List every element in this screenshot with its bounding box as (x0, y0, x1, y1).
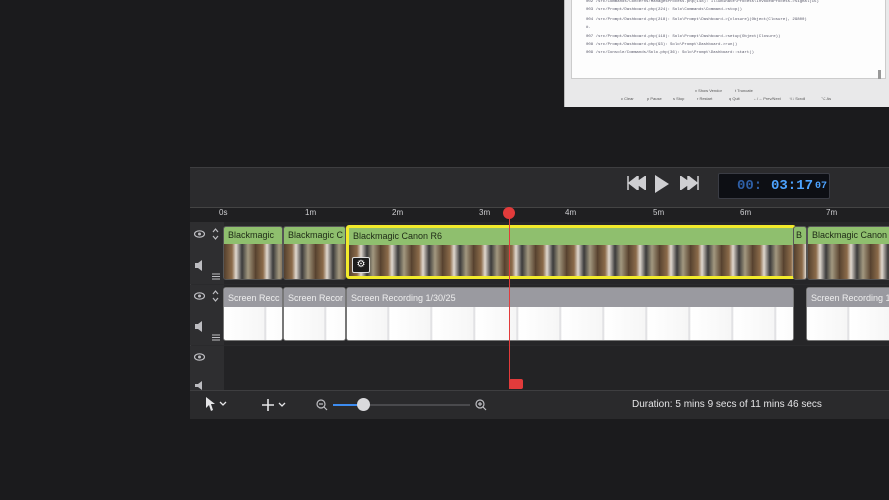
playhead-line[interactable] (509, 213, 510, 389)
log-line: 004 /src/Prompt/Dashboard.php(218): Solo… (586, 18, 807, 22)
playhead-handle[interactable] (503, 207, 515, 219)
log-line: 007 /src/Prompt/Dashboard.php(118): Solo… (586, 35, 781, 39)
play-icon[interactable] (654, 174, 670, 199)
eye-icon[interactable] (193, 230, 206, 241)
hint-pause: p Pause (647, 96, 662, 101)
add-icon[interactable] (262, 398, 288, 416)
fast-forward-icon[interactable] (679, 174, 700, 195)
clip-label: Blackmagic Canon (812, 230, 888, 240)
log-scrollbar[interactable] (878, 70, 881, 79)
log-line: 002 /src/Commands/Concerns/ManagesProces… (586, 0, 819, 4)
ruler-tick: 2m (392, 208, 404, 217)
video-clip[interactable]: Blackmagic Canon (807, 226, 889, 280)
screen-clip[interactable]: Screen Recording 1 (806, 287, 889, 341)
screen-clip[interactable]: Screen Recc (223, 287, 283, 341)
log-line: 008 /src/Prompt/Dashboard.php(93): Solo\… (586, 43, 738, 47)
zoom-out-icon[interactable] (316, 398, 328, 416)
zoom-slider-knob[interactable] (357, 398, 370, 411)
ruler-tick: 7m (826, 208, 838, 217)
hint-clear: c Clear (621, 96, 634, 101)
screen-clip[interactable]: Screen Recor (283, 287, 346, 341)
hint-scroll: ↑/↓ Scroll (789, 96, 806, 101)
clip-label: Blackmagic (228, 230, 275, 240)
timecode-time: 03:17 (771, 178, 814, 194)
log-line: 003 /src/Prompt/Dashboard.php(224): Solo… (586, 8, 743, 12)
speaker-icon[interactable] (195, 260, 204, 274)
empty-track (224, 346, 889, 390)
timecode-frames: 07 (815, 181, 828, 192)
clip-label: Screen Recor (288, 293, 344, 303)
zoom-in-icon[interactable] (475, 398, 487, 416)
timecode-hours: 00: (737, 178, 763, 194)
ruler-tick: 4m (565, 208, 577, 217)
clip-label: Blackmagic C (288, 230, 344, 240)
screen-clip[interactable]: Screen Recording 1/30/25 (346, 287, 794, 341)
preview-window: 002 /src/Commands/Concerns/ManagesProces… (564, 0, 889, 107)
gear-icon[interactable]: ⚙ (352, 257, 370, 273)
rewind-icon[interactable] (626, 174, 647, 195)
duration-label: Duration: 5 mins 9 secs of 11 mins 46 se… (632, 399, 822, 410)
clip-label: Screen Recc (228, 293, 280, 303)
timecode-display: 00: 03:17 07 (718, 173, 830, 199)
clip-label: Blackmagic Canon R6 (353, 231, 443, 241)
pointer-tool-icon[interactable] (205, 397, 227, 416)
eye-icon[interactable] (193, 353, 206, 364)
video-clip[interactable]: Blackmagic (223, 226, 283, 280)
hint-prev-next: ←/→ Prev/Next (753, 96, 781, 101)
clip-label: B (796, 230, 803, 240)
log-line: #. (586, 26, 591, 30)
log-panel: 002 /src/Commands/Concerns/ManagesProces… (571, 0, 886, 79)
hint-restart: r Restart (697, 96, 713, 101)
track-stepper-icon[interactable] (212, 289, 219, 306)
clip-label: Screen Recording 1 (811, 293, 889, 303)
speaker-icon[interactable] (195, 321, 204, 335)
log-line: 009 /src/Console/Commands/Solo.php(36): … (586, 51, 755, 55)
hint-quit: q Quit (729, 96, 740, 101)
track-stepper-icon[interactable] (212, 227, 219, 244)
ruler-tick: 6m (740, 208, 752, 217)
ruler-tick: 1m (305, 208, 317, 217)
video-clip-selected[interactable]: Blackmagic Canon R6 ⚙ (346, 225, 796, 279)
playhead-grip[interactable] (509, 379, 523, 389)
hint-truncate: t Truncate (735, 88, 753, 93)
clip-label: Screen Recording 1/30/25 (351, 293, 456, 303)
drag-handle-icon[interactable] (212, 333, 220, 344)
hint-stop: s Stop (673, 96, 685, 101)
time-ruler[interactable] (190, 207, 889, 222)
ruler-tick: 3m (479, 208, 491, 217)
hint-show-vendor: v Show Vendor (695, 88, 722, 93)
video-clip[interactable]: B (793, 226, 807, 280)
drag-handle-icon[interactable] (212, 272, 220, 283)
video-clip[interactable]: Blackmagic C (283, 226, 346, 280)
ruler-tick: 0s (219, 208, 228, 217)
ruler-tick: 5m (653, 208, 665, 217)
eye-icon[interactable] (193, 292, 206, 303)
hint-as: ⌥ As (821, 96, 832, 101)
